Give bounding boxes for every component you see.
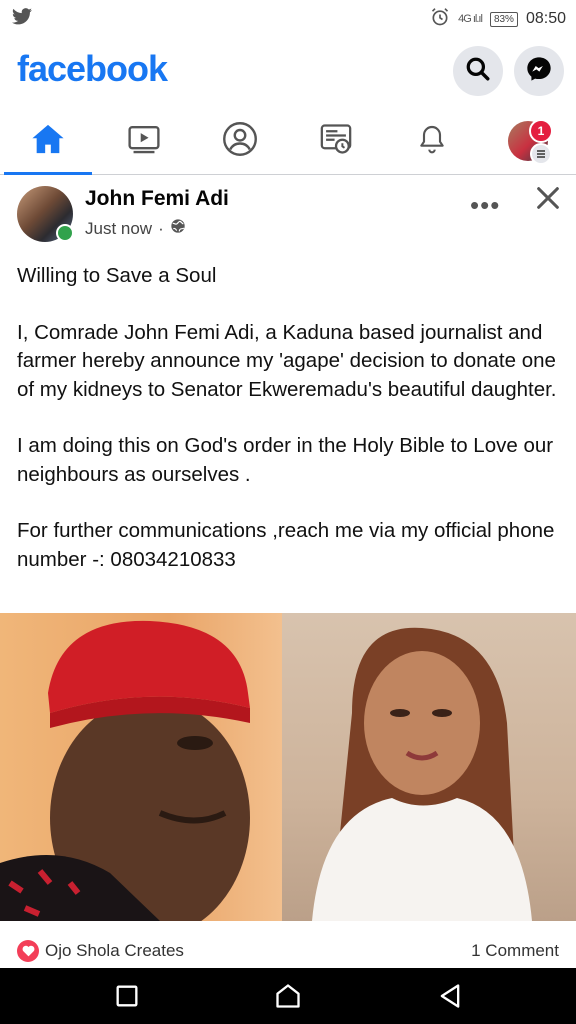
facebook-logo[interactable]: facebook xyxy=(17,48,168,90)
tab-news[interactable] xyxy=(288,108,384,174)
post-body: Willing to Save a Soul I, Comrade John F… xyxy=(17,262,562,602)
post-photo[interactable] xyxy=(0,613,576,921)
profile-icon xyxy=(222,121,258,162)
post-paragraph: For further communications ,reach me via… xyxy=(17,519,555,571)
search-button[interactable] xyxy=(453,46,503,96)
comment-count[interactable]: 1 Comment xyxy=(471,941,559,961)
clock: 08:50 xyxy=(525,10,566,27)
more-options-icon[interactable]: ••• xyxy=(470,190,500,221)
main-tabs: 1 xyxy=(0,108,576,175)
close-icon[interactable] xyxy=(534,184,562,212)
post-paragraph: Willing to Save a Soul xyxy=(17,264,217,287)
post-paragraph: I am doing this on God's order in the Ho… xyxy=(17,434,554,486)
reaction-name: Ojo Shola Creates xyxy=(45,941,184,960)
menu-icon xyxy=(530,143,552,165)
video-icon xyxy=(127,123,161,160)
author-name[interactable]: John Femi Adi xyxy=(85,187,229,211)
reaction-summary[interactable]: Ojo Shola Creates xyxy=(17,940,184,962)
search-icon xyxy=(465,56,491,87)
news-feed-icon xyxy=(319,122,353,161)
tab-menu[interactable]: 1 xyxy=(480,108,576,174)
notification-badge: 1 xyxy=(529,119,553,143)
system-nav-bar xyxy=(0,968,576,1024)
meta-separator: · xyxy=(158,218,164,238)
bell-icon xyxy=(416,122,448,161)
online-indicator xyxy=(56,224,74,242)
globe-icon xyxy=(170,218,186,239)
signal-indicator: 4G ıl.ıl xyxy=(458,13,483,25)
photo-left-panel xyxy=(0,613,282,921)
post-footer: Ojo Shola Creates 1 Comment xyxy=(0,932,576,968)
home-button[interactable] xyxy=(274,982,302,1010)
photo-right-panel xyxy=(282,613,576,921)
post-paragraph: I, Comrade John Femi Adi, a Kaduna based… xyxy=(17,320,557,401)
tab-profile[interactable] xyxy=(192,108,288,174)
messenger-button[interactable] xyxy=(514,46,564,96)
app-header: facebook xyxy=(0,38,576,102)
post-header: John Femi Adi Just now · ••• xyxy=(0,182,576,250)
back-button[interactable] xyxy=(436,982,464,1010)
post-time[interactable]: Just now xyxy=(85,219,152,239)
twitter-icon xyxy=(12,8,32,30)
tab-watch[interactable] xyxy=(96,108,192,174)
status-bar: 4G ıl.ıl 83% 08:50 xyxy=(0,0,576,34)
tab-notifications[interactable] xyxy=(384,108,480,174)
messenger-icon xyxy=(525,55,553,88)
alarm-icon xyxy=(430,7,450,31)
battery-indicator: 83% xyxy=(489,11,518,27)
network-label: 4G xyxy=(458,13,472,25)
post-meta: Just now · xyxy=(85,218,186,239)
love-reaction-icon xyxy=(17,940,39,962)
home-icon xyxy=(31,123,65,160)
tab-home[interactable] xyxy=(0,108,96,175)
recents-button[interactable] xyxy=(113,982,141,1010)
